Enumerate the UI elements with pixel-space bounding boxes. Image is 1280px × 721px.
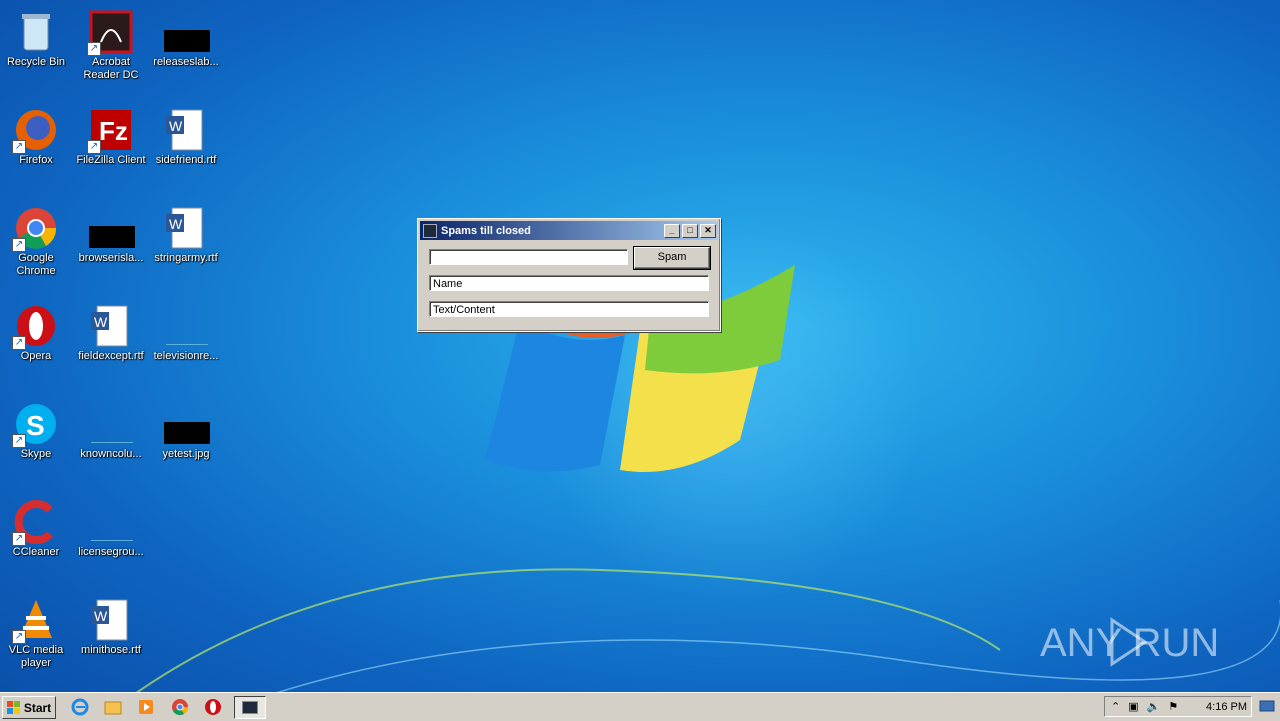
file-icon <box>164 304 208 348</box>
svg-text:S: S <box>26 410 45 441</box>
console-app-icon <box>423 223 437 238</box>
taskbar: Start ⌃ ▣ 🔈 ⚑ 4:16 PM <box>0 692 1280 721</box>
maximize-button[interactable]: □ <box>682 223 698 238</box>
clock[interactable]: 4:16 PM <box>1206 701 1247 713</box>
spam-button[interactable]: Spam <box>633 246 711 270</box>
desktop-icon-acrobat[interactable]: ↗ Acrobat Reader DC <box>73 4 149 82</box>
svg-text:W: W <box>169 216 183 232</box>
svg-text:W: W <box>94 608 108 624</box>
svg-text:W: W <box>169 118 183 134</box>
start-label: Start <box>23 700 52 715</box>
chrome-taskbar-icon[interactable] <box>170 697 190 717</box>
desktop-icon-skype[interactable]: S ↗ Skype <box>0 396 74 461</box>
desktop-icon-sidefriend[interactable]: W sidefriend.rtf <box>148 102 224 167</box>
tray-expand-icon[interactable]: ⌃ <box>1111 700 1120 713</box>
word-document-icon: W <box>89 598 133 642</box>
volume-icon[interactable]: 🔈 <box>1147 700 1161 713</box>
desktop-icon-yetest[interactable]: yetest.jpg <box>148 396 224 461</box>
show-desktop-icon[interactable] <box>1258 697 1276 715</box>
word-document-icon: W <box>164 206 208 250</box>
internet-explorer-icon[interactable] <box>70 697 90 717</box>
desktop-icon-vlc[interactable]: ↗ VLC media player <box>0 592 74 670</box>
desktop-icon-ccleaner[interactable]: ↗ CCleaner <box>0 494 74 559</box>
file-explorer-icon[interactable] <box>103 697 123 717</box>
desktop-icon-chrome[interactable]: ↗ Google Chrome <box>0 200 74 278</box>
recycle-bin-icon <box>14 10 58 54</box>
filezilla-icon: Fz ↗ <box>87 108 133 154</box>
vlc-icon: ↗ <box>12 598 58 644</box>
desktop-icon-firefox[interactable]: ↗ Firefox <box>0 102 74 167</box>
desktop-icon-minithose[interactable]: W minithose.rtf <box>73 592 149 657</box>
desktop-icon-opera[interactable]: ↗ Opera <box>0 298 74 363</box>
file-icon <box>89 402 133 446</box>
image-file-icon <box>164 402 210 446</box>
window-title: Spams till closed <box>441 224 531 237</box>
network-icon[interactable]: ▣ <box>1128 700 1138 713</box>
anyrun-watermark: ANY RUN <box>1040 617 1219 667</box>
file-icon <box>89 500 133 544</box>
close-button[interactable]: ✕ <box>700 223 716 238</box>
svg-text:W: W <box>94 314 108 330</box>
desktop-icon-releaseslab[interactable]: releaseslab... <box>148 4 224 69</box>
file-icon <box>164 10 210 54</box>
minimize-button[interactable]: _ <box>664 223 680 238</box>
desktop-icon-stringarmy[interactable]: W stringarmy.rtf <box>148 200 224 265</box>
desktop-icon-recycle-bin[interactable]: Recycle Bin <box>0 4 74 69</box>
opera-taskbar-icon[interactable] <box>203 697 223 717</box>
media-player-icon[interactable] <box>136 697 156 717</box>
name-input[interactable]: Name <box>429 275 709 291</box>
desktop-icon-filezilla[interactable]: Fz ↗ FileZilla Client <box>73 102 149 167</box>
count-input[interactable] <box>429 249 628 265</box>
action-center-flag-icon[interactable]: ⚑ <box>1168 700 1178 713</box>
desktop-icon-licensegrou[interactable]: licensegrou... <box>73 494 149 559</box>
windows-flag-icon <box>6 700 20 714</box>
word-document-icon: W <box>89 304 133 348</box>
desktop-icon-knowncolu[interactable]: knowncolu... <box>73 396 149 461</box>
skype-icon: S ↗ <box>12 402 58 448</box>
opera-icon: ↗ <box>12 304 58 350</box>
taskbar-console-window[interactable] <box>234 696 266 719</box>
desktop-icon-browserisla[interactable]: browserisla... <box>73 200 149 265</box>
file-icon <box>89 206 135 250</box>
content-input[interactable]: Text/Content <box>429 301 709 317</box>
ccleaner-icon: ↗ <box>12 500 58 546</box>
firefox-icon: ↗ <box>12 108 58 154</box>
chrome-icon: ↗ <box>12 206 58 252</box>
console-app-icon <box>242 701 258 714</box>
desktop-icon-televisionre[interactable]: televisionre... <box>148 298 224 363</box>
window-titlebar[interactable]: Spams till closed _ □ ✕ <box>420 221 718 240</box>
acrobat-icon: ↗ <box>87 10 133 56</box>
start-button[interactable]: Start <box>2 696 56 719</box>
svg-text:ANY RUN: ANY RUN <box>1040 621 1219 665</box>
word-document-icon: W <box>164 108 208 152</box>
svg-text:Fz: Fz <box>99 116 128 146</box>
desktop-icon-fieldexcept[interactable]: W fieldexcept.rtf <box>73 298 149 363</box>
system-tray: ⌃ ▣ 🔈 ⚑ 4:16 PM <box>1104 696 1252 717</box>
